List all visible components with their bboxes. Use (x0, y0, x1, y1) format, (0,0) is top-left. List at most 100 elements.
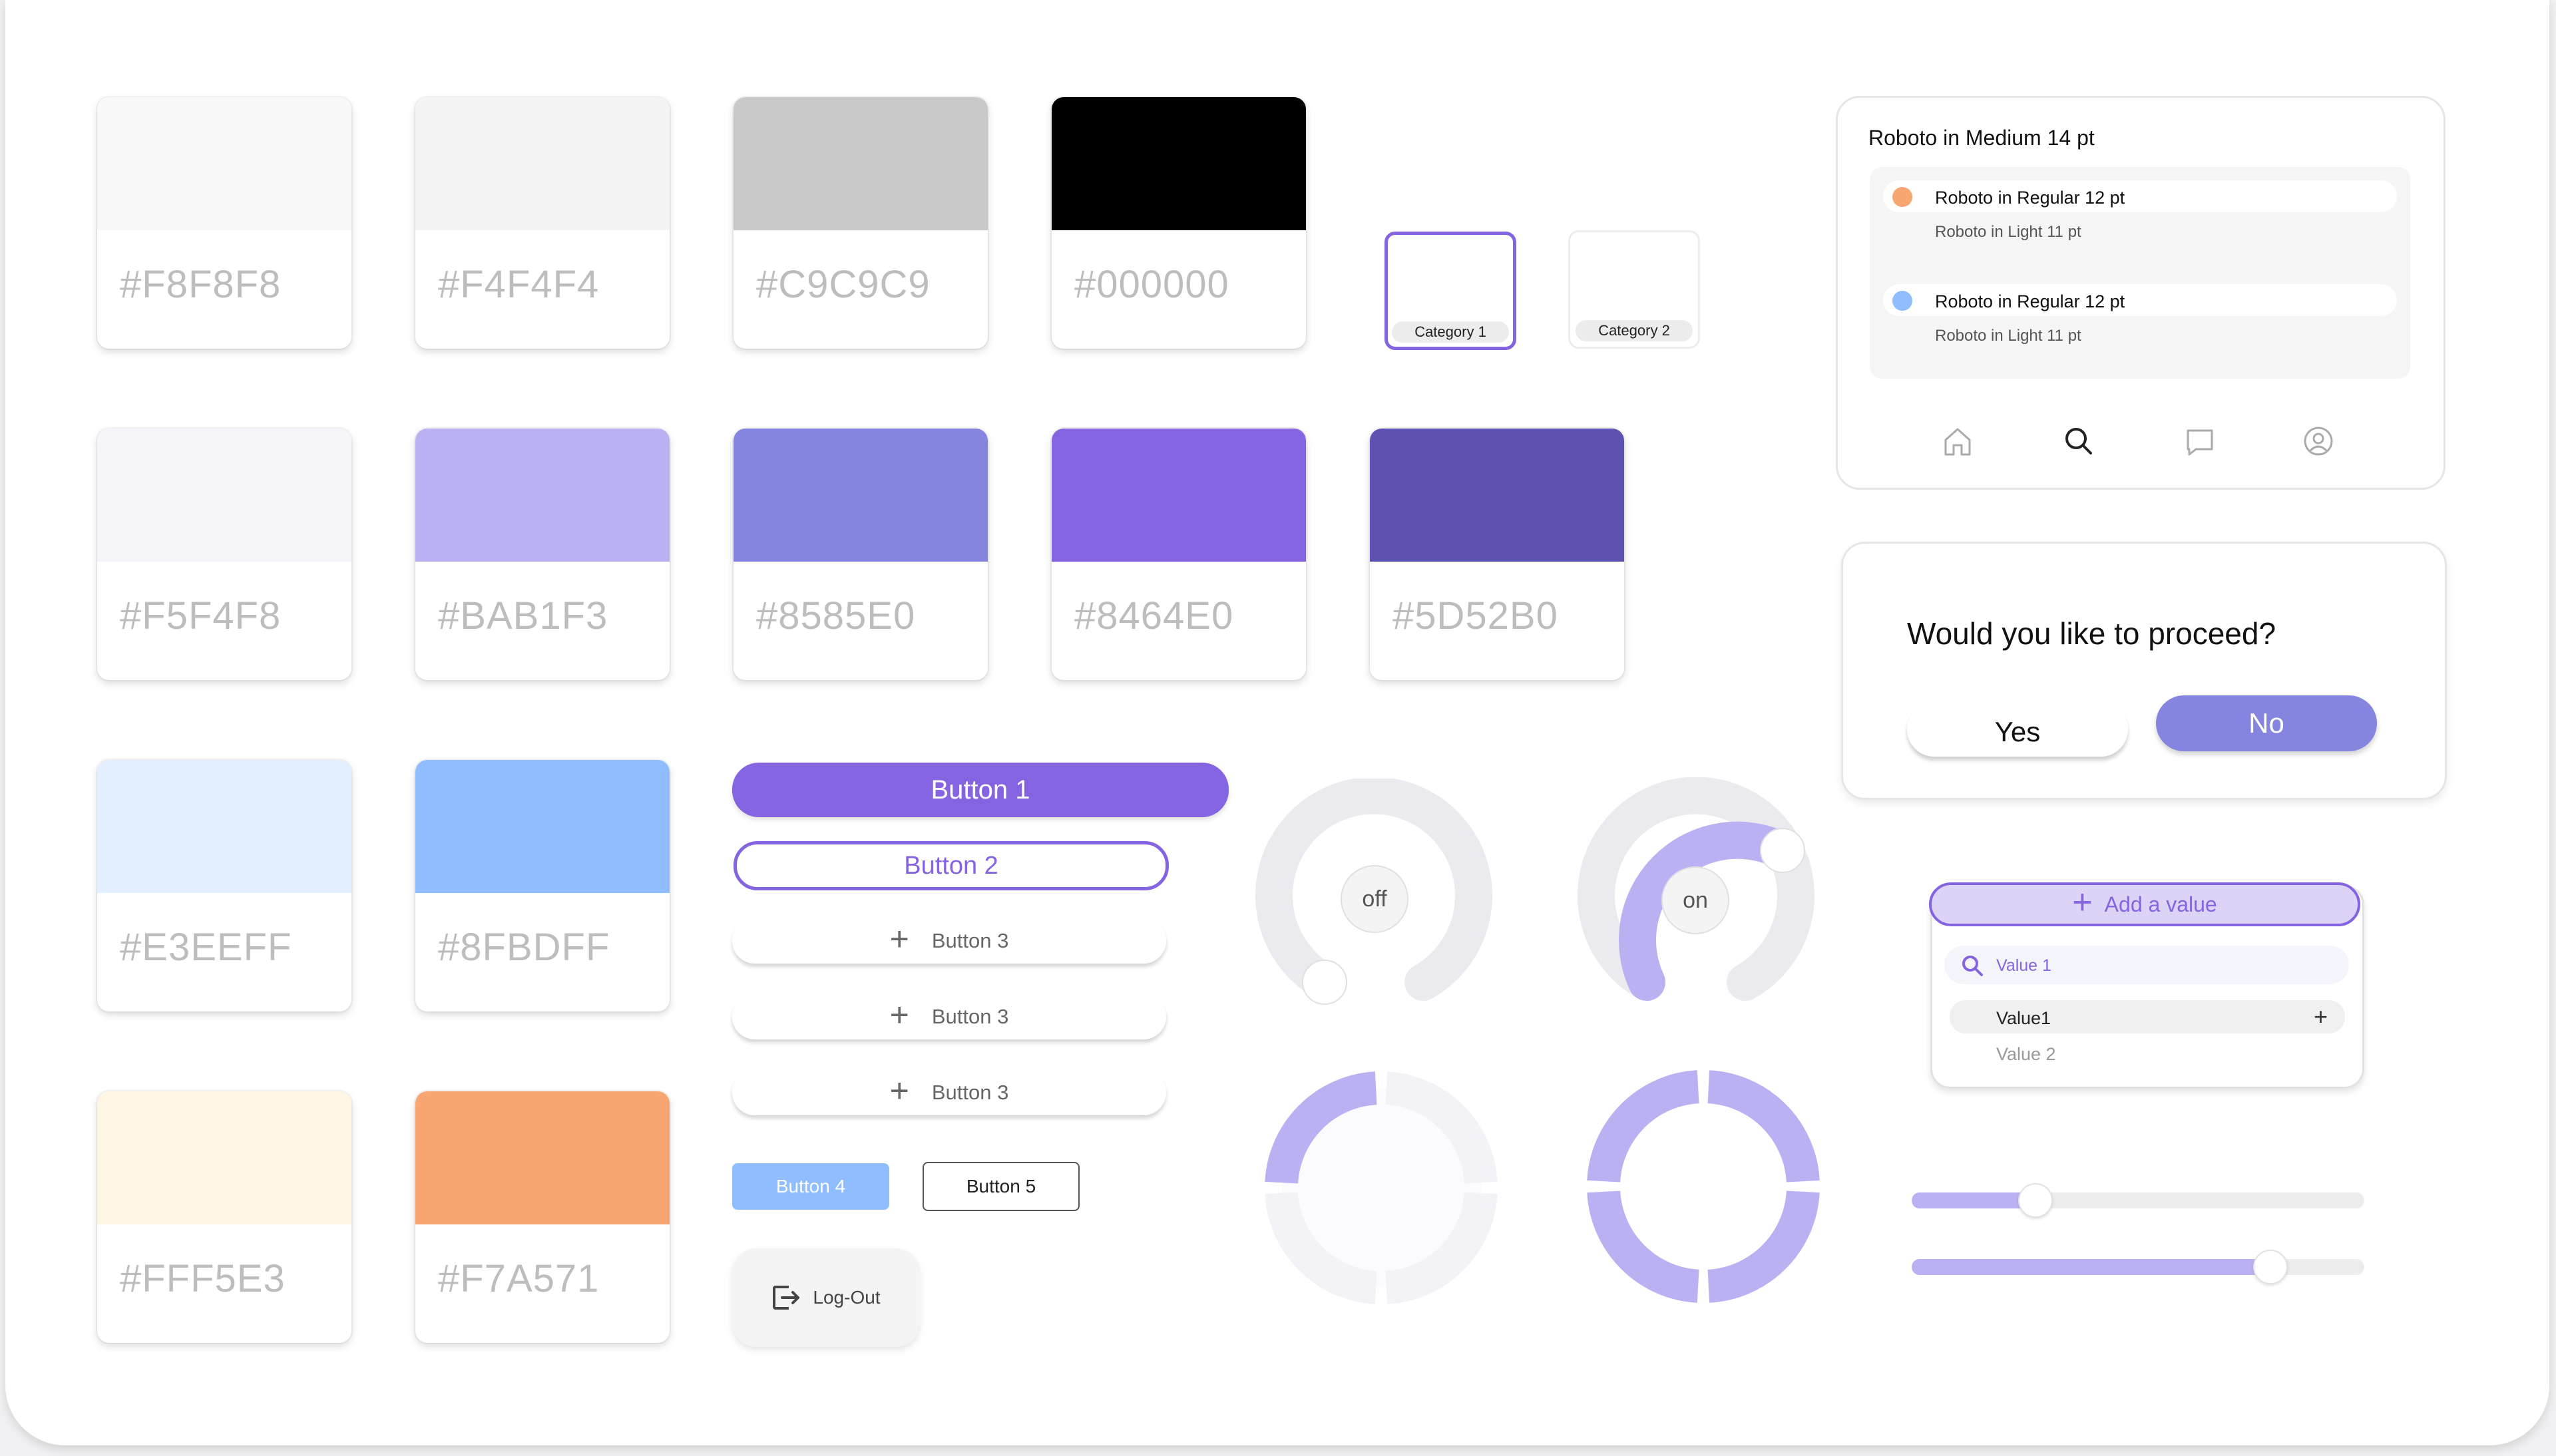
add-button-3[interactable]: + Button 3 (732, 1070, 1166, 1115)
color-swatch: #F7A571 (415, 1091, 670, 1343)
swatch-color (97, 1091, 351, 1224)
color-swatch: #8464E0 (1052, 429, 1306, 680)
dropdown-option[interactable]: Value1 + (1950, 1000, 2345, 1033)
list-card: Roboto in Medium 14 pt Roboto in Regular… (1836, 96, 2446, 490)
color-swatch: #F4F4F4 (415, 97, 670, 349)
chat-icon[interactable] (2180, 421, 2220, 461)
list-item-subtitle: Roboto in Light 11 pt (1935, 327, 2081, 345)
color-swatch: #F8F8F8 (97, 97, 351, 349)
swatch-hex-label: #5D52B0 (1392, 594, 1558, 637)
bordered-button[interactable]: Button 5 (923, 1162, 1080, 1211)
no-button[interactable]: No (2156, 695, 2377, 751)
swatch-color (734, 97, 988, 230)
swatch-color (734, 429, 988, 562)
status-dot (1892, 187, 1912, 207)
add-value-button[interactable]: + Add a value (1929, 882, 2360, 926)
color-swatch: #8FBDFF (415, 760, 670, 1011)
add-button-label: Button 3 (931, 1005, 1009, 1028)
color-swatch: #BAB1F3 (415, 429, 670, 680)
list-item-title: Roboto in Regular 12 pt (1935, 291, 2125, 311)
color-swatch: #C9C9C9 (734, 97, 988, 349)
list-item-subtitle: Roboto in Light 11 pt (1935, 223, 2081, 241)
category-2-label: Category 2 (1576, 320, 1693, 341)
profile-icon[interactable] (2298, 421, 2338, 461)
confirm-dialog: Would you like to proceed? Yes No (1841, 542, 2447, 800)
swatch-color (1052, 97, 1306, 230)
swatch-hex-label: #F8F8F8 (120, 263, 282, 306)
swatch-color (1370, 429, 1624, 562)
logout-icon (773, 1286, 800, 1310)
primary-button[interactable]: Button 1 (732, 763, 1229, 817)
list-item[interactable]: Roboto in Regular 12 pt (1883, 284, 2397, 316)
slider-1-thumb[interactable] (2018, 1183, 2053, 1218)
add-button-2[interactable]: + Button 3 (732, 994, 1166, 1039)
swatch-color (97, 429, 351, 562)
swatch-hex-label: #8464E0 (1074, 594, 1234, 637)
color-swatch: #5D52B0 (1370, 429, 1624, 680)
color-swatch: #8585E0 (734, 429, 988, 680)
list-card-title: Roboto in Medium 14 pt (1868, 126, 2095, 150)
add-button-label: Button 3 (931, 929, 1009, 952)
swatch-hex-label: #E3EEFF (120, 926, 292, 969)
plus-icon: + (889, 920, 909, 958)
swatch-hex-label: #C9C9C9 (756, 263, 931, 306)
yes-button[interactable]: Yes (1907, 702, 2128, 757)
swatch-hex-label: #F7A571 (438, 1257, 600, 1300)
list-item-title: Roboto in Regular 12 pt (1935, 188, 2125, 208)
toggle-off-label: off (1341, 865, 1408, 933)
slider-2-fill (1912, 1259, 2270, 1275)
plus-icon: + (889, 996, 909, 1033)
swatch-color (415, 429, 670, 562)
swatch-color (415, 97, 670, 230)
swatch-color (415, 760, 670, 893)
progress-ring-quarter (1265, 1071, 1498, 1304)
color-swatch: #000000 (1052, 97, 1306, 349)
swatch-hex-label: #8585E0 (756, 594, 916, 637)
plus-icon: + (2072, 883, 2093, 922)
add-button-label: Button 3 (931, 1081, 1009, 1104)
option-label: Value1 (1996, 1008, 2051, 1028)
plus-icon: + (889, 1072, 909, 1109)
category-1-chip[interactable]: Category 1 (1384, 232, 1516, 350)
swatch-color (415, 1091, 670, 1224)
progress-ring-full (1587, 1070, 1820, 1303)
swatch-hex-label: #FFF5E3 (120, 1257, 286, 1300)
logout-button[interactable]: Log-Out (732, 1248, 920, 1347)
home-icon[interactable] (1938, 421, 1978, 461)
category-2-chip[interactable]: Category 2 (1568, 230, 1700, 349)
swatch-color (1052, 429, 1306, 562)
swatch-hex-label: #F5F4F8 (120, 594, 282, 637)
toggle-off-knob[interactable] (1302, 960, 1347, 1005)
blue-button[interactable]: Button 4 (732, 1163, 889, 1210)
list-container: Roboto in Regular 12 pt Roboto in Light … (1870, 167, 2410, 379)
search-field[interactable]: Value 1 (1944, 946, 2349, 984)
plus-icon: + (2313, 1003, 2328, 1030)
slider-1[interactable] (1912, 1183, 2364, 1218)
list-item[interactable]: Roboto in Regular 12 pt (1883, 180, 2397, 212)
swatch-hex-label: #BAB1F3 (438, 594, 608, 637)
category-1-label: Category 1 (1392, 321, 1509, 343)
search-value: Value 1 (1996, 956, 2051, 975)
add-button-1[interactable]: + Button 3 (732, 918, 1166, 964)
toggle-on-label: on (1661, 866, 1729, 934)
slider-2[interactable] (1912, 1250, 2364, 1284)
color-swatch: #FFF5E3 (97, 1091, 351, 1343)
swatch-hex-label: #8FBDFF (438, 926, 610, 969)
dialog-question: Would you like to proceed? (1907, 616, 2276, 651)
dropdown-option-2[interactable]: Value 2 (1996, 1044, 2056, 1065)
color-swatch: #F5F4F8 (97, 429, 351, 680)
color-swatch: #E3EEFF (97, 760, 351, 1011)
slider-2-thumb[interactable] (2253, 1250, 2288, 1284)
status-dot (1892, 291, 1912, 311)
swatch-hex-label: #000000 (1074, 263, 1229, 306)
outline-button[interactable]: Button 2 (734, 841, 1169, 890)
slider-1-fill (1912, 1192, 2034, 1208)
swatch-color (97, 97, 351, 230)
toggle-on-knob[interactable] (1760, 828, 1805, 873)
search-icon (1962, 956, 1983, 976)
swatch-hex-label: #F4F4F4 (438, 263, 600, 306)
swatch-color (97, 760, 351, 893)
search-icon[interactable] (2059, 421, 2099, 461)
add-value-label: Add a value (2104, 892, 2217, 916)
logout-label: Log-Out (813, 1287, 881, 1308)
